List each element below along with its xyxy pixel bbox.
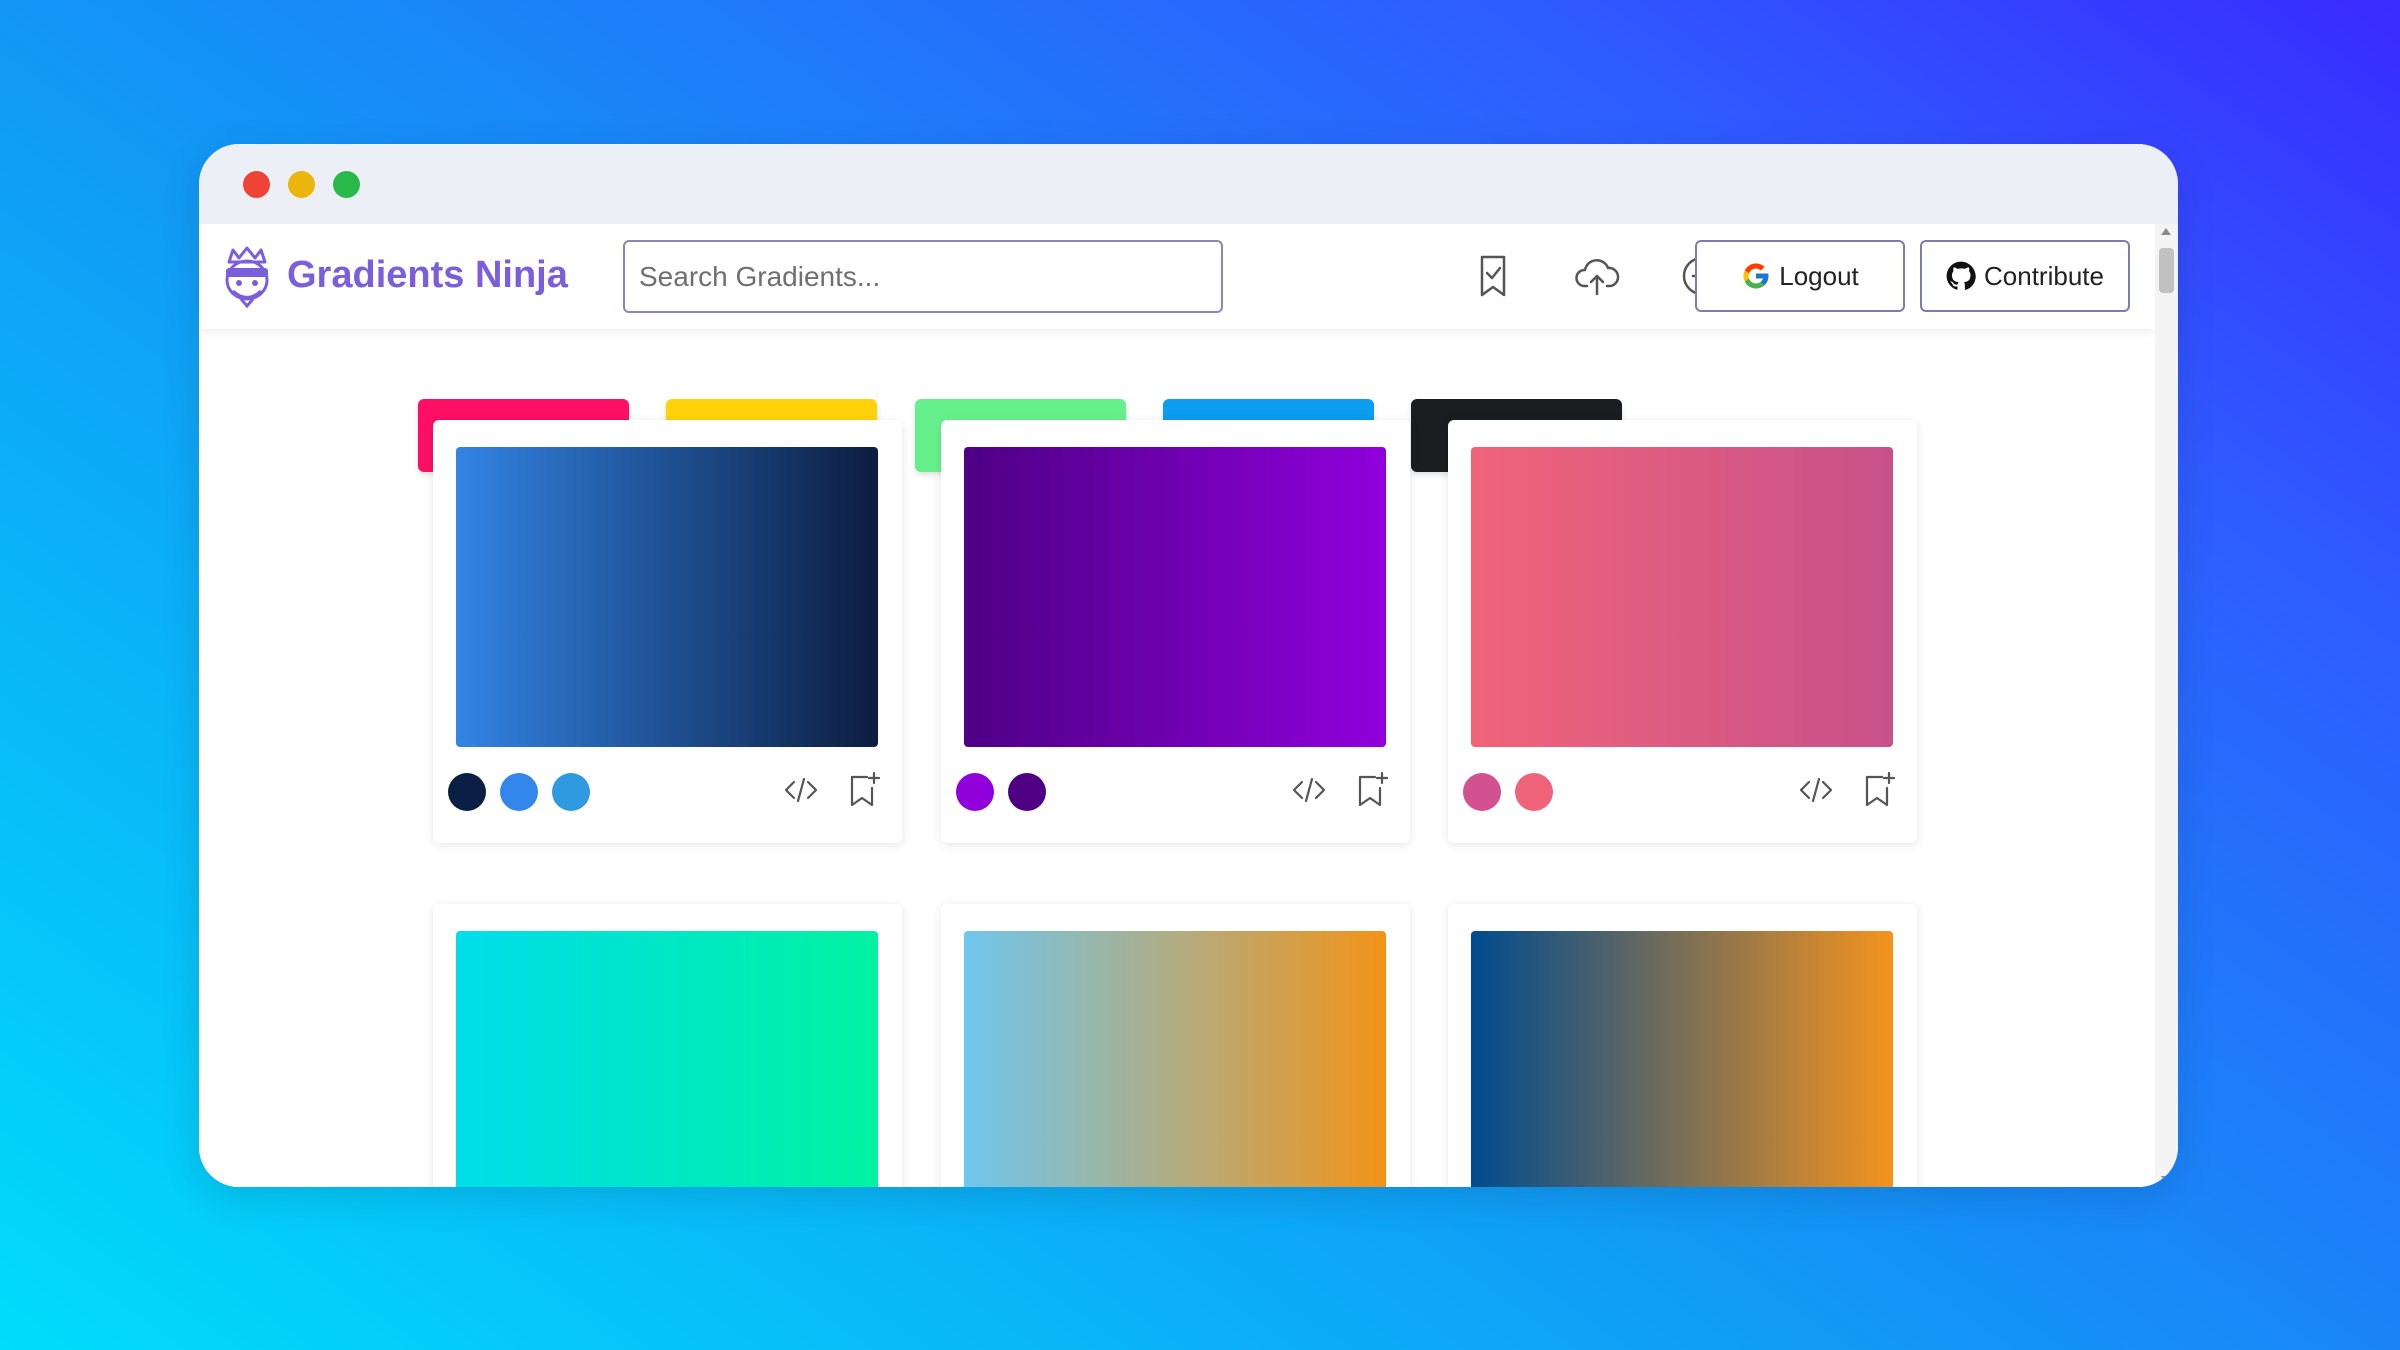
gradient-preview[interactable] [456,447,878,747]
code-icon[interactable] [781,770,821,810]
scroll-up-arrow-icon[interactable] [2161,228,2171,235]
contribute-button[interactable]: Contribute [1920,240,2130,312]
color-stop-dot[interactable] [500,773,538,811]
logout-button[interactable]: Logout [1695,240,1905,312]
browser-window: Gradients Ninja I [199,144,2178,1187]
cloud-upload-icon[interactable] [1573,252,1621,300]
google-icon [1743,263,1769,289]
gradient-preview[interactable] [456,931,878,1187]
bookmark-add-icon[interactable] [1858,770,1898,810]
color-stop-dot[interactable] [1515,773,1553,811]
gradient-card [433,904,902,1187]
gradient-card [941,420,1410,843]
gradient-preview[interactable] [1471,931,1893,1187]
gradient-card [941,904,1410,1187]
gradient-card [1448,904,1917,1187]
bookmark-add-icon[interactable] [843,770,883,810]
gradient-card [1448,420,1917,843]
navbar: Gradients Ninja I [199,224,2155,329]
color-stop-dot[interactable] [956,773,994,811]
bookmark-check-icon[interactable] [1469,252,1517,300]
gradient-card [433,420,902,843]
page-content: Gradients Ninja I [199,224,2155,1187]
scroll-down-arrow-icon[interactable] [2161,1176,2171,1183]
gradient-preview[interactable] [964,931,1386,1187]
contribute-label: Contribute [1984,260,2104,291]
color-stop-dot[interactable] [1463,773,1501,811]
ninja-icon[interactable] [219,246,275,308]
window-minimize-button[interactable] [288,171,315,198]
gradient-preview[interactable] [1471,447,1893,747]
scrollbar-thumb[interactable] [2159,248,2174,293]
logout-label: Logout [1779,260,1859,291]
code-icon[interactable] [1289,770,1329,810]
color-stop-dot[interactable] [552,773,590,811]
color-stop-dot[interactable] [1008,773,1046,811]
window-close-button[interactable] [243,171,270,198]
search-input[interactable] [623,240,1223,313]
gradient-preview[interactable] [964,447,1386,747]
github-icon [1946,261,1976,290]
window-titlebar [199,144,2178,224]
color-stop-dot[interactable] [448,773,486,811]
scrollbar[interactable] [2155,224,2178,1187]
code-icon[interactable] [1796,770,1836,810]
window-maximize-button[interactable] [333,171,360,198]
brand-title[interactable]: Gradients Ninja [287,254,568,297]
bookmark-add-icon[interactable] [1351,770,1391,810]
